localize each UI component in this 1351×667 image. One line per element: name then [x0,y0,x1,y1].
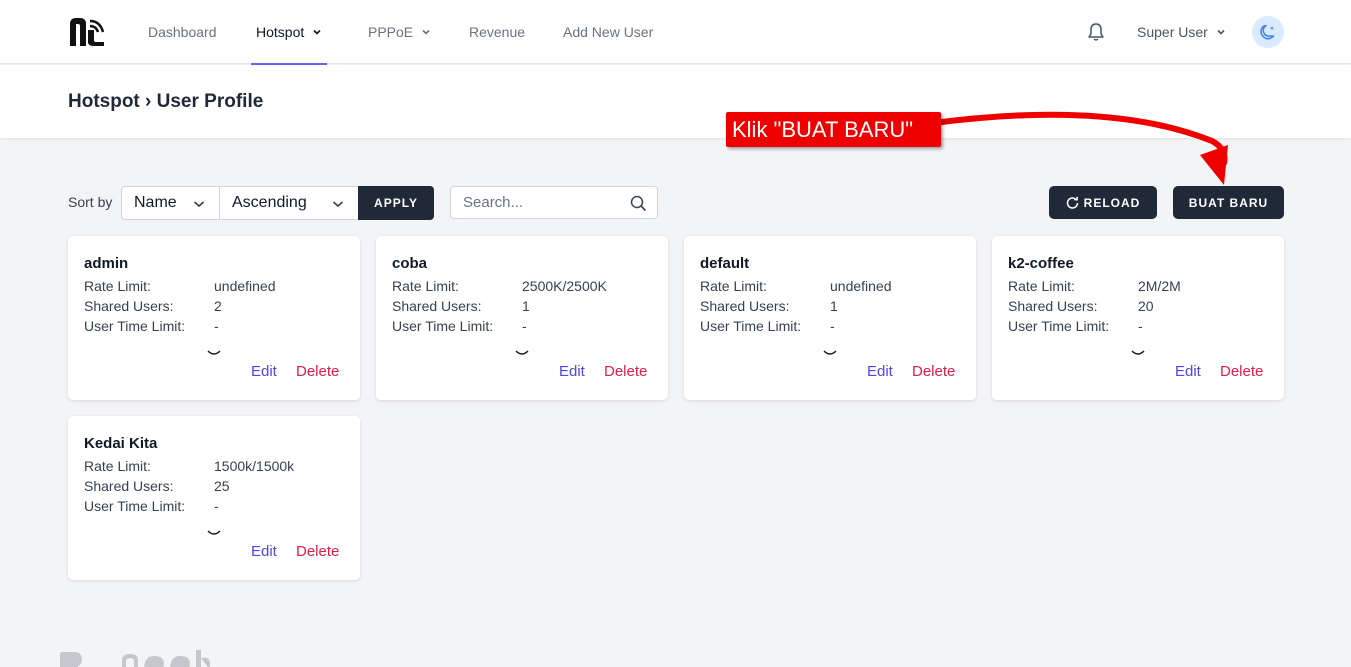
edit-link[interactable]: Edit [251,543,277,560]
time-limit-value: - [522,318,527,334]
time-limit-value: - [830,318,835,334]
rate-limit-label: Rate Limit: [392,278,459,294]
expand-chevron-icon[interactable] [207,529,221,537]
profile-name: admin [84,255,129,272]
time-limit-value: - [1138,318,1143,334]
delete-link[interactable]: Delete [296,543,339,560]
user-menu[interactable]: Super User [1137,0,1226,64]
shared-users-label: Shared Users: [1008,298,1098,314]
edit-link[interactable]: Edit [867,363,893,380]
time-limit-label: User Time Limit: [84,318,186,334]
shared-users-value: 1 [522,298,530,314]
search-box [450,186,658,219]
nav-revenue[interactable]: Revenue [469,0,525,64]
time-limit-label: User Time Limit: [700,318,802,334]
search-input[interactable] [463,194,623,211]
chevron-down-icon [332,201,344,208]
annotation-arrow [931,111,1228,185]
app-logo[interactable] [68,16,106,48]
nav-revenue-label: Revenue [469,24,526,40]
sort-label: Sort by [68,194,113,210]
sort-order-value: Ascending [232,194,307,211]
shared-users-label: Shared Users: [700,298,790,314]
bell-icon[interactable] [1087,22,1105,42]
chevron-down-icon [193,201,205,208]
rate-limit-label: Rate Limit: [84,458,151,474]
profile-card: k2-coffee Rate Limit: 2M/2M Shared Users:… [992,236,1284,400]
footer-logo [60,650,210,667]
time-limit-label: User Time Limit: [392,318,494,334]
rate-limit-value: 2500K/2500K [522,278,607,294]
annotation-callout: Klik "BUAT BARU" [726,112,941,147]
delete-link[interactable]: Delete [296,363,339,380]
shared-users-value: 1 [830,298,838,314]
profile-card: Kedai Kita Rate Limit: 1500k/1500k Shared… [68,416,360,580]
shared-users-value: 25 [214,478,230,494]
profile-card: default Rate Limit: undefined Shared User… [684,236,976,400]
time-limit-value: - [214,318,219,334]
time-limit-label: User Time Limit: [1008,318,1110,334]
time-limit-label: User Time Limit: [84,498,186,514]
nav-hotspot[interactable]: Hotspot [251,0,328,65]
expand-chevron-icon[interactable] [515,349,529,357]
nav-dashboard-label: Dashboard [148,24,217,40]
profile-name: coba [392,255,428,272]
rate-limit-label: Rate Limit: [1008,278,1075,294]
shared-users-label: Shared Users: [84,478,174,494]
nav-add-new-user[interactable]: Add New User [563,0,653,64]
rate-limit-label: Rate Limit: [700,278,767,294]
rate-limit-value: undefined [214,278,276,294]
nav-pppoe-label: PPPoE [368,24,414,40]
chevron-down-icon [1217,29,1225,35]
sort-field-value: Name [134,194,177,211]
profile-name: k2-coffee [1008,255,1074,272]
chevron-down-icon [422,29,430,35]
rate-limit-value: undefined [830,278,892,294]
shared-users-label: Shared Users: [84,298,174,314]
delete-link[interactable]: Delete [912,363,955,380]
search-icon[interactable] [630,195,647,212]
profile-name: default [700,255,750,272]
expand-chevron-icon[interactable] [1131,349,1145,357]
chevron-down-icon [313,29,321,35]
rate-limit-label: Rate Limit: [84,278,151,294]
reload-label: RELOAD [1083,195,1141,210]
moon-icon [1260,24,1275,40]
profile-card: coba Rate Limit: 2500K/2500K Shared Users… [376,236,668,400]
nav-pppoe[interactable]: PPPoE [368,0,431,64]
expand-chevron-icon[interactable] [207,349,221,357]
rate-limit-value: 2M/2M [1138,278,1181,294]
shared-users-value: 2 [214,298,222,314]
delete-link[interactable]: Delete [1220,363,1263,380]
page-title: Hotspot › User Profile [68,91,264,112]
sort-order-select[interactable]: Ascending [219,186,359,220]
nav-dashboard[interactable]: Dashboard [148,0,217,64]
profile-card: admin Rate Limit: undefined Shared Users:… [68,236,360,400]
delete-link[interactable]: Delete [604,363,647,380]
theme-toggle-button[interactable] [1252,16,1284,48]
expand-chevron-icon[interactable] [823,349,837,357]
apply-button[interactable]: APPLY [358,186,434,220]
nav-add-new-user-label: Add New User [563,24,654,40]
time-limit-value: - [214,498,219,514]
shared-users-label: Shared Users: [392,298,482,314]
user-menu-label: Super User [1137,24,1208,40]
profile-name: Kedai Kita [84,435,158,452]
edit-link[interactable]: Edit [1175,363,1201,380]
rate-limit-value: 1500k/1500k [214,458,295,474]
edit-link[interactable]: Edit [559,363,585,380]
shared-users-value: 20 [1138,298,1154,314]
sort-field-select[interactable]: Name [121,186,220,220]
top-navbar: Dashboard Hotspot PPPoE Revenue Add New … [0,0,1351,65]
refresh-icon [1066,196,1078,209]
edit-link[interactable]: Edit [251,363,277,380]
nav-hotspot-label: Hotspot [256,23,305,40]
